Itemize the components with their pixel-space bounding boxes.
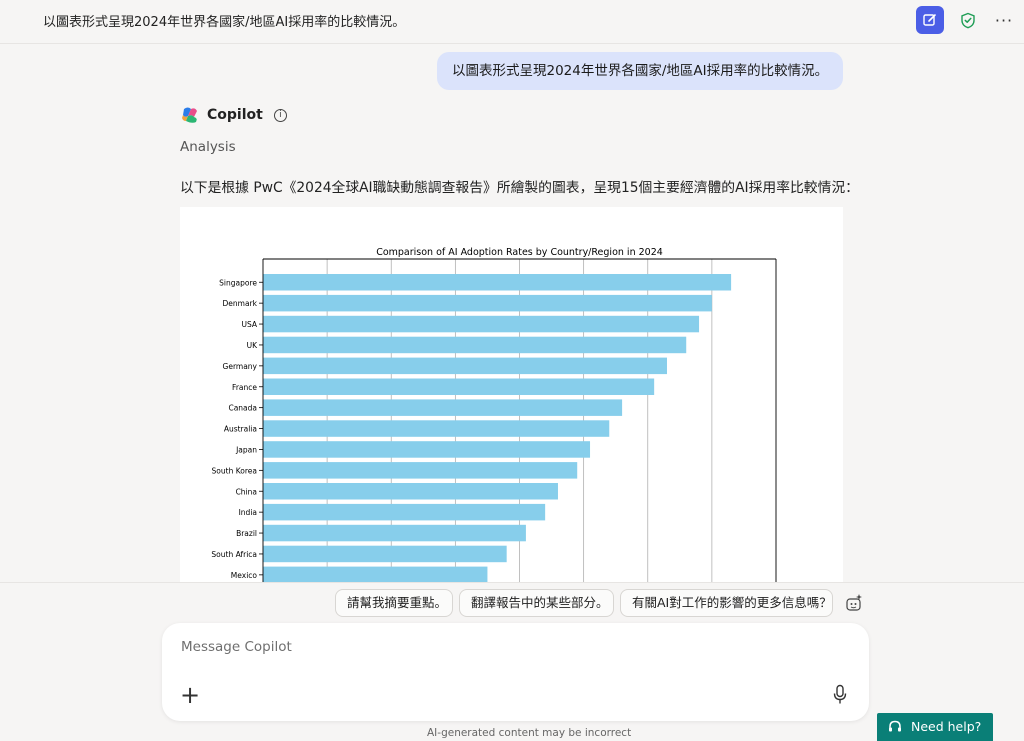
chart-card: Singapore Denmark USA UK Germany France Canada…: [180, 207, 843, 582]
need-help-label: Need help?: [911, 719, 982, 734]
bar-brazil: [263, 524, 526, 542]
adoption-chart: Singapore Denmark USA UK Germany France Canada…: [211, 247, 777, 582]
new-chat-button[interactable]: [916, 6, 944, 34]
y-tick-label: Australia: [224, 425, 257, 434]
headset-icon: [889, 720, 901, 732]
bar-south-africa: [263, 545, 507, 563]
chart-title: Comparison of AI Adoption Rates by Count…: [376, 247, 663, 258]
more-options-button[interactable]: ···: [990, 6, 1018, 34]
assistant-intro-text: 以下是根據 PwC《2024全球AI職缺動態調查報告》所繪製的圖表，呈現15個主…: [180, 180, 859, 196]
bar-india: [263, 503, 546, 521]
bar-denmark: [263, 294, 712, 312]
shield-check-icon: [961, 12, 975, 28]
new-chat-icon: [923, 14, 936, 26]
bar-mexico: [263, 566, 488, 582]
y-tick-label: China: [236, 487, 257, 496]
y-tick-label: France: [232, 383, 257, 392]
microphone-icon[interactable]: [832, 684, 848, 706]
privacy-shield-button[interactable]: [954, 6, 982, 34]
bar-france: [263, 378, 655, 395]
y-tick-label: Japan: [235, 445, 257, 454]
more-icon: ···: [994, 10, 1014, 30]
y-tick-label: Denmark: [223, 299, 258, 308]
bar-canada: [263, 399, 623, 416]
assistant-header: Copilot i: [180, 105, 287, 125]
bar-south-korea: [263, 462, 578, 479]
suggestion-chip-translate[interactable]: 翻譯報告中的某些部分。: [459, 589, 614, 617]
need-help-button[interactable]: Need help?: [877, 713, 993, 741]
bar-china: [263, 483, 558, 500]
disclaimer-text: AI-generated content may be incorrect: [427, 727, 632, 739]
message-composer: Message Copilot +: [162, 623, 869, 721]
info-icon[interactable]: i: [273, 108, 287, 122]
y-tick-label: South Africa: [211, 550, 257, 559]
copilot-logo-icon: [182, 107, 197, 123]
y-tick-label: South Korea: [212, 466, 257, 475]
y-tick-label: UK: [247, 341, 258, 350]
suggestion-chip-summary[interactable]: 請幫我摘要重點。: [335, 589, 453, 617]
bar-uk: [263, 336, 687, 354]
y-tick-label: Germany: [223, 362, 258, 371]
user-message: 以圖表形式呈現2024年世界各國家/地區AI採用率的比較情況。: [437, 52, 843, 90]
y-tick-label: India: [239, 508, 257, 517]
bar-germany: [263, 357, 667, 375]
conversation-title: 以圖表形式呈現2024年世界各國家/地區AI採用率的比較情況。: [43, 15, 406, 30]
y-tick-label: Mexico: [231, 571, 258, 580]
message-input[interactable]: Message Copilot: [181, 639, 292, 655]
bar-australia: [263, 420, 610, 437]
bar-usa: [263, 315, 700, 333]
y-tick-label: Singapore: [219, 278, 257, 287]
bar-singapore: [263, 274, 732, 291]
sparkle-icon[interactable]: [843, 592, 865, 614]
y-tick-label: Brazil: [236, 529, 257, 538]
top-bar: 以圖表形式呈現2024年世界各國家/地區AI採用率的比較情況。 ···: [0, 0, 1024, 44]
analysis-label[interactable]: Analysis: [180, 139, 236, 155]
suggestion-chip-ai-impact[interactable]: 有關AI對工作的影響的更多信息嗎？: [620, 589, 833, 617]
plus-icon[interactable]: +: [180, 683, 200, 707]
y-tick-label: USA: [241, 320, 257, 329]
bar-japan: [263, 441, 591, 458]
assistant-name: Copilot: [207, 107, 263, 123]
y-tick-label: Canada: [228, 404, 257, 413]
